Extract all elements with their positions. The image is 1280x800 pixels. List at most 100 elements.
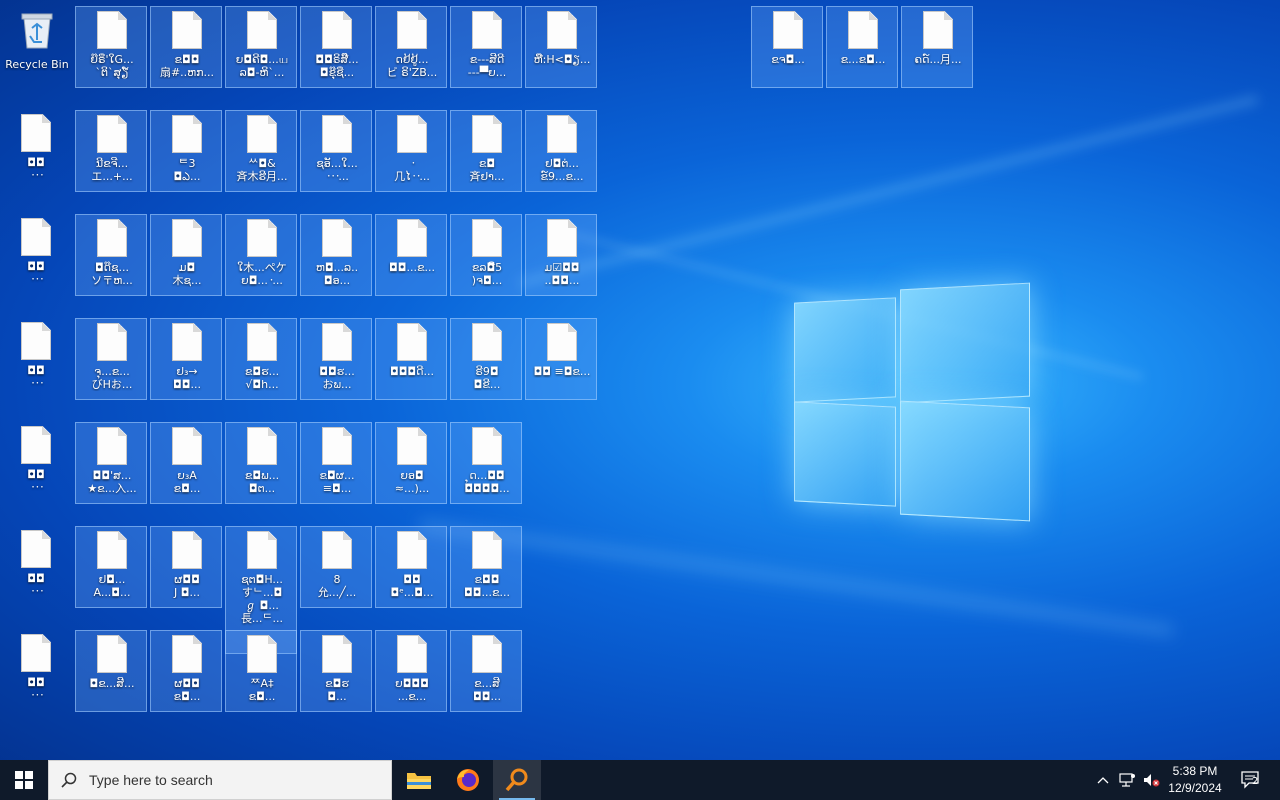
desktop-file-icon[interactable]: ຂຈ◘... xyxy=(751,6,823,88)
text-file-icon xyxy=(247,323,277,361)
desktop-file-icon[interactable]: ຫີ໊:H<◘ຽ... xyxy=(525,6,597,88)
recycle-bin[interactable]: Recycle Bin xyxy=(0,6,74,82)
desktop-file-icon[interactable]: ຢ◘ຕ່... ຂ໌9...ຂ... xyxy=(525,110,597,192)
desktop-file-icon[interactable]: ◘◘ຣິສີ໊... ◘ຂຸ໊ຊື... xyxy=(300,6,372,88)
desktop-file-icon[interactable]: ຂ◘◘ ◘◘...ຂ... xyxy=(450,526,522,608)
desktop-file-icon[interactable]: ᄐ3 ◘ఎ... xyxy=(150,110,222,192)
desktop-file-icon[interactable]: ດຢ້ຢູ້... ビ ຣິ'ZB... xyxy=(375,6,447,88)
desktop-file-icon[interactable]: ຍອ◘ ≈...)... xyxy=(375,422,447,504)
desktop-file-label: ດຢ້ຢູ້... ビ ຣິ'ZB... xyxy=(386,53,438,79)
desktop-file-icon[interactable]: ◘◘ ᠂᠂᠂ xyxy=(0,214,72,296)
desktop-file-icon[interactable]: ຂ◘ 斉ຢາ... xyxy=(450,110,522,192)
desktop-file-icon[interactable]: ຍ◘ຄີ◘...ய ລ◘-ຫິ`... xyxy=(225,6,297,88)
desktop-file-icon[interactable]: ຂ◘ຜ... ≡◘... xyxy=(300,422,372,504)
text-file-icon xyxy=(547,115,577,153)
desktop-file-label: ຣີ9◘ ◘ຂີ... xyxy=(473,365,501,391)
text-file-icon xyxy=(97,427,127,465)
clock-date: 12/9/2024 xyxy=(1168,781,1222,795)
desktop-file-icon[interactable]: ຢ◘... A...◘... xyxy=(75,526,147,608)
desktop-file-icon[interactable]: ◘◘ ᠂᠂᠂ xyxy=(0,110,72,192)
desktop-file-icon[interactable]: ◘◘ ≡◘ຂ... xyxy=(525,318,597,400)
desktop-file-icon[interactable]: ◘◘ ᠂᠂᠂ xyxy=(0,526,72,608)
taskbar-app-search-tool[interactable] xyxy=(493,760,541,800)
desktop-file-icon[interactable]: ຍ₃A ຂ◘... xyxy=(150,422,222,504)
desktop-file-icon[interactable]: ຊອັ...ໃ... ᠂᠂᠂... xyxy=(300,110,372,192)
desktop-file-label: ◘◘ ᠂᠂᠂ xyxy=(27,572,45,598)
desktop-file-icon[interactable]: ມ◘ 木ຊ... xyxy=(150,214,222,296)
text-file-icon xyxy=(21,634,51,672)
desktop-file-icon[interactable]: ◘◘ ◘ᵉ...◘... xyxy=(375,526,447,608)
desktop-file-icon[interactable]: ຂ...ສີ ◘◘... xyxy=(450,630,522,712)
desktop-file-icon[interactable]: ຜ◘◘ ຂ◘... xyxy=(150,630,222,712)
desktop-file-icon[interactable]: ◘◘ຮ... おພ... xyxy=(300,318,372,400)
desktop-file-icon[interactable]: ◘◘ ᠂᠂᠂ xyxy=(0,630,72,712)
desktop-file-icon[interactable]: ຄດ໌...月... xyxy=(901,6,973,88)
desktop-file-icon[interactable]: ນີຂຈີ... エ...+... xyxy=(75,110,147,192)
desktop-file-icon[interactable]: ຂ...ຂ◘... xyxy=(826,6,898,88)
desktop-file-icon[interactable]: ຢ₃→ ◘◘... xyxy=(150,318,222,400)
desktop-file-icon[interactable]: ◘◘ ᠂᠂᠂ xyxy=(0,318,72,400)
volume-muted-icon xyxy=(1144,774,1160,787)
desktop-file-icon[interactable]: 8 允...╱... xyxy=(300,526,372,608)
desktop-file-icon[interactable]: ຂ---ສີດີ ---▀ຍ... xyxy=(450,6,522,88)
show-hidden-icons-button[interactable] xyxy=(1093,760,1113,800)
desktop-file-icon[interactable]: ຍ◘◘◘ ...ຂ... xyxy=(375,630,447,712)
desktop-file-icon[interactable]: ◘ດ໊ຊ... ソ〒ຫ... xyxy=(75,214,147,296)
taskbar-app-firefox[interactable] xyxy=(444,760,492,800)
desktop-file-icon[interactable]: ຂ◘◘ 扇#..ຫກ... xyxy=(150,6,222,88)
desktop-file-icon[interactable]: ᠂ 几ໄ᠂᠂... xyxy=(375,110,447,192)
taskbar-clock[interactable]: 5:38 PM 12/9/2024 xyxy=(1160,763,1230,797)
text-file-icon xyxy=(172,323,202,361)
desktop-file-icon[interactable]: ຂ◘ຮ... √◘h... xyxy=(225,318,297,400)
desktop-file-label: ຂ...ຂ◘... xyxy=(840,53,886,66)
volume-button[interactable] xyxy=(1140,760,1162,800)
network-status-button[interactable] xyxy=(1116,760,1138,800)
text-file-icon xyxy=(172,635,202,673)
text-file-icon xyxy=(397,115,427,153)
desktop-file-label: ຂຈ◘... xyxy=(771,53,805,66)
desktop-file-icon[interactable]: ຜ◘◘ J ◘... xyxy=(150,526,222,608)
desktop-file-icon[interactable]: ◘◘...ຂ... xyxy=(375,214,447,296)
desktop-file-icon[interactable]: ຈຸ...ຂ... びHお... xyxy=(75,318,147,400)
action-center-button[interactable]: 2 xyxy=(1234,760,1268,800)
taskbar-app-file-explorer[interactable] xyxy=(395,760,443,800)
text-file-icon xyxy=(397,323,427,361)
network-icon xyxy=(1119,773,1135,787)
desktop-file-label: ຂ◘ຜ... ≡◘... xyxy=(319,469,355,495)
desktop-file-label: ◘◘'ສ... ★ຂ...入... xyxy=(87,469,137,495)
desktop-file-icon[interactable]: ຂ◘ຮ ◘... xyxy=(300,630,372,712)
desktop-file-icon[interactable]: ຫ◘...ລ.. ◘ອ... xyxy=(300,214,372,296)
desktop-file-label: ◘◘ ᠂᠂᠂ xyxy=(27,468,45,494)
desktop-file-label: ᠂ 几ໄ᠂᠂... xyxy=(394,157,430,183)
text-file-icon xyxy=(97,11,127,49)
desktop-file-icon[interactable]: ◘◘'ສ... ★ຂ...入... xyxy=(75,422,147,504)
text-file-icon xyxy=(397,11,427,49)
desktop-file-icon[interactable]: ᄍA‡ ຂ◘... xyxy=(225,630,297,712)
notification-count: 2 xyxy=(1252,776,1259,787)
desktop-file-label: ◘◘...ຂ... xyxy=(389,261,435,274)
desktop-file-icon[interactable]: ຣີ9◘ ◘ຂີ... xyxy=(450,318,522,400)
desktop-file-icon[interactable]: ມ☑◘◘ ..◘◘... xyxy=(525,214,597,296)
desktop-file-icon[interactable]: ◘ຂ...ສີ... xyxy=(75,630,147,712)
text-file-icon xyxy=(472,635,502,673)
taskbar-search-box[interactable]: Type here to search xyxy=(48,760,392,800)
notification-icon xyxy=(1241,771,1259,789)
desktop-file-icon[interactable]: ᄊ◘& 斉木ຮີ月... xyxy=(225,110,297,192)
desktop-file-icon[interactable]: ຍ໊ຣຶ'ໃG... `ຕິ`ສຸຽ໌ xyxy=(75,6,147,88)
desktop-file-label: ຢ₃→ ◘◘... xyxy=(173,365,201,391)
text-file-icon xyxy=(472,115,502,153)
folder-icon xyxy=(407,773,431,789)
windows-start-icon xyxy=(15,771,33,789)
desktop-file-icon[interactable]: ໃ木...ペケ ຍ◘...᠂... xyxy=(225,214,297,296)
desktop-file-label: ໃ木...ペケ ຍ◘...᠂... xyxy=(237,261,287,287)
text-file-icon xyxy=(97,531,127,569)
desktop-file-icon[interactable]: ◘◘ ᠂᠂᠂ xyxy=(0,422,72,504)
desktop-file-label: ◘◘ ᠂᠂᠂ xyxy=(27,156,45,182)
start-button[interactable] xyxy=(0,760,48,800)
desktop-file-icon[interactable]: ຂລ◘ີ5 )ຈ◘... xyxy=(450,214,522,296)
desktop-file-icon[interactable]: ຸດ...◘◘ ◘◘◘◘... xyxy=(450,422,522,504)
desktop-file-label: ຂ---ສີດີ ---▀ຍ... xyxy=(467,53,507,79)
desktop-file-icon[interactable]: ຂ◘ພ... ◘ຕ... xyxy=(225,422,297,504)
desktop[interactable]: Recycle Bin ◘◘ ᠂᠂᠂ ◘◘ ᠂᠂᠂ ◘◘ ᠂᠂᠂ ◘◘ ᠂᠂᠂ ◘◘ ᠂… xyxy=(0,0,1280,760)
desktop-file-icon[interactable]: ◘◘◘ດີ... xyxy=(375,318,447,400)
